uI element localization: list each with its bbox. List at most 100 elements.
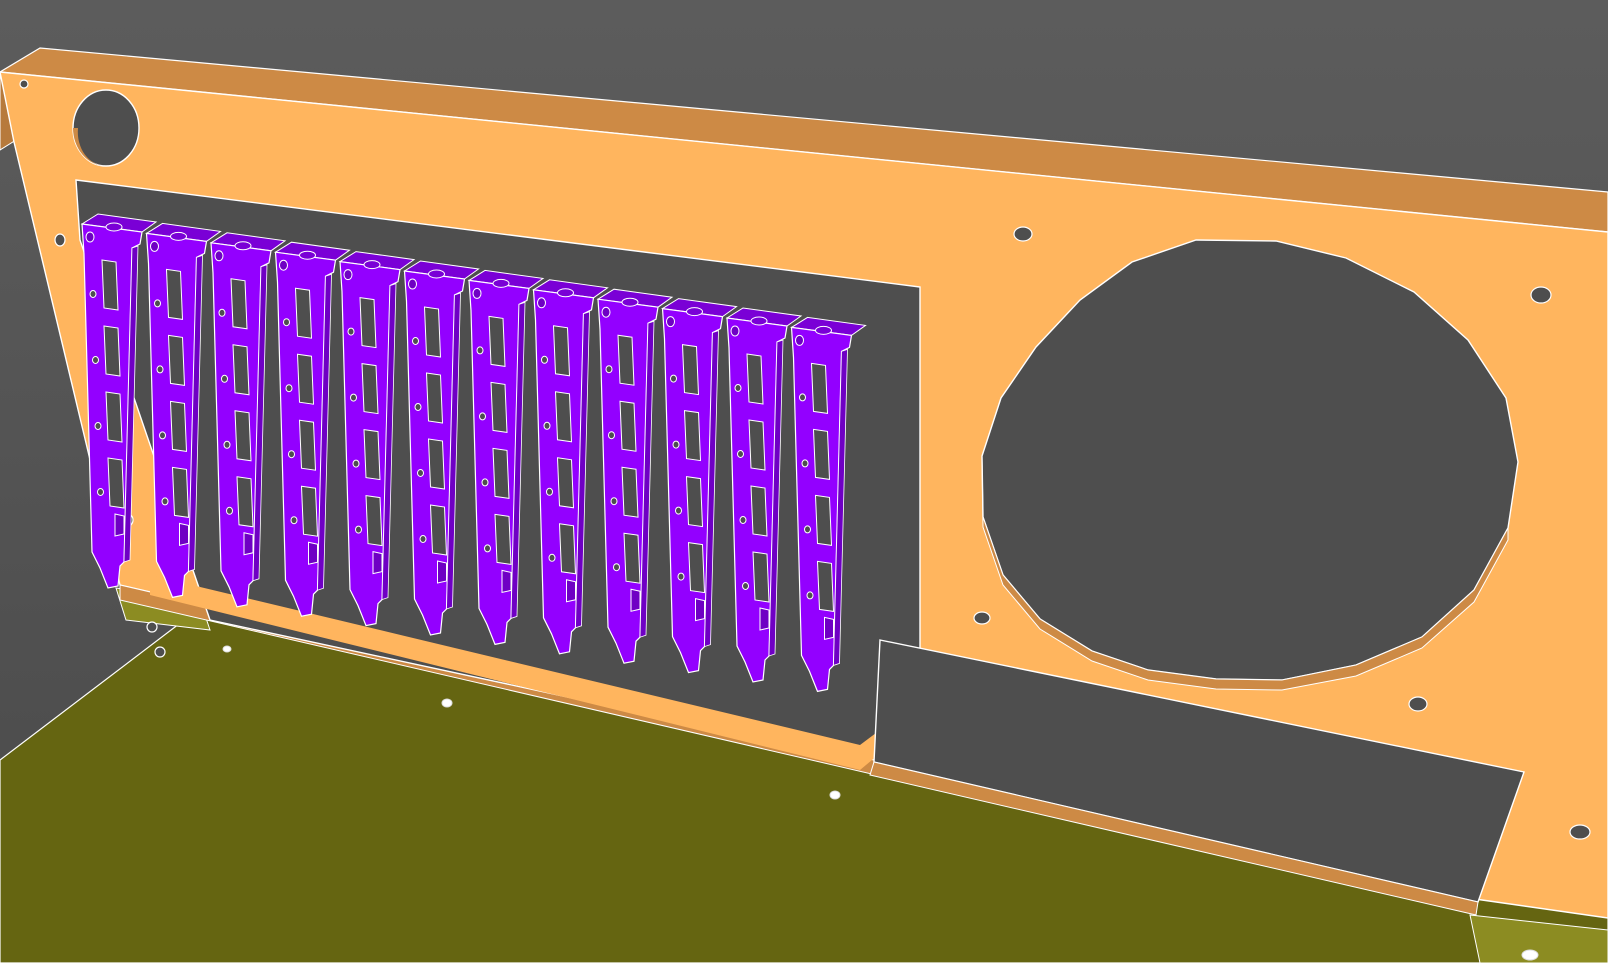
screw-hole: [1530, 286, 1552, 304]
bracket-port-hole: [218, 308, 226, 317]
bracket-port-cutout: [748, 419, 766, 471]
bracket-port-cutout: [230, 278, 248, 330]
bracket-port-cutout: [296, 353, 315, 405]
bracket-latch: [437, 560, 447, 584]
bracket-top-hole: [150, 240, 159, 252]
bracket-port-cutout: [234, 410, 252, 462]
bracket-port-hole: [610, 497, 618, 506]
floor-hole: [1521, 949, 1539, 961]
bracket-top-hole: [537, 297, 546, 309]
bracket-screw-tab: [105, 222, 123, 232]
bracket-port-hole: [806, 591, 814, 600]
bracket-port-hole: [154, 299, 161, 308]
bracket-port-hole: [97, 488, 104, 496]
bracket-port-hole: [605, 365, 613, 374]
screw-hole: [19, 79, 29, 89]
bracket-port-hole: [479, 412, 486, 421]
bracket-top-hole: [343, 269, 353, 281]
bracket-port-cutout: [810, 362, 829, 414]
bracket-port-cutout: [617, 334, 635, 386]
bracket-top-hole: [85, 231, 95, 243]
bracket-screw-tab: [234, 241, 252, 251]
bracket-port-hole: [352, 459, 360, 468]
bracket-port-cutout: [814, 494, 833, 546]
bracket-port-cutout: [681, 344, 700, 396]
bracket-top-hole: [214, 250, 224, 262]
bracket-latch: [759, 607, 770, 631]
floor-hole: [829, 790, 841, 800]
bracket-port-hole: [613, 563, 620, 572]
bracket-port-hole: [94, 422, 102, 430]
bracket-port-hole: [670, 374, 677, 383]
screw-hole: [146, 621, 158, 633]
screw-hole: [1569, 824, 1591, 840]
bracket-port-cutout: [492, 447, 510, 499]
bracket-port-cutout: [423, 306, 442, 358]
bracket-port-cutout: [107, 457, 125, 509]
bracket-latch: [695, 597, 705, 622]
bracket-port-cutout: [359, 297, 377, 349]
bracket-latch: [630, 588, 641, 612]
bracket-port-hole: [481, 478, 489, 487]
floor-hole: [222, 645, 232, 653]
bracket-port-hole: [414, 403, 422, 411]
bracket-port-cutout: [363, 429, 381, 481]
bracket-port-cutout: [488, 315, 506, 367]
bracket-port-cutout: [169, 400, 188, 452]
bracket-screw-tab: [299, 250, 316, 260]
cad-scene: [0, 0, 1608, 963]
bracket-port-cutout: [300, 485, 319, 537]
screw-hole: [54, 233, 66, 247]
bracket-port-hole: [677, 572, 685, 581]
bracket-port-hole: [417, 469, 424, 477]
bracket-top-hole: [666, 316, 675, 328]
bracket-port-hole: [89, 290, 97, 298]
screw-hole: [154, 646, 166, 658]
bracket-port-cutout: [298, 419, 317, 471]
bracket-port-cutout: [101, 259, 119, 311]
bracket-port-cutout: [558, 523, 577, 575]
bracket-port-cutout: [171, 466, 190, 518]
floor-hole: [441, 698, 453, 708]
bracket-port-hole: [801, 459, 809, 468]
bracket-port-hole: [161, 497, 169, 506]
bracket-port-cutout: [683, 410, 702, 462]
bracket-port-cutout: [105, 391, 123, 443]
bracket-port-hole: [288, 450, 295, 459]
bracket-screw-tab: [621, 297, 639, 307]
bracket-top-hole: [408, 278, 417, 290]
bracket-port-cutout: [294, 287, 313, 339]
bracket-port-cutout: [167, 334, 186, 386]
bracket-port-hole: [543, 421, 551, 430]
bracket-latch: [179, 522, 189, 547]
bracket-port-hole: [734, 384, 742, 392]
bracket-screw-tab: [686, 307, 703, 317]
bracket-port-cutout: [365, 495, 383, 547]
screw-hole: [973, 611, 991, 625]
bracket-top-hole: [730, 325, 740, 337]
bracket-screw-tab: [428, 269, 445, 279]
bracket-port-cutout: [427, 438, 446, 490]
bracket-port-cutout: [816, 560, 835, 612]
bracket-port-cutout: [556, 457, 575, 509]
bracket-port-hole: [608, 431, 615, 440]
screw-hole: [1013, 226, 1033, 242]
bracket-port-cutout: [490, 381, 508, 433]
bracket-port-hole: [541, 355, 548, 364]
bracket-port-cutout: [812, 428, 831, 480]
bracket-port-hole: [742, 582, 749, 590]
screw-hole: [1408, 696, 1428, 712]
bracket-port-cutout: [746, 353, 764, 405]
bracket-port-hole: [412, 337, 419, 345]
bracket-port-hole: [419, 535, 427, 543]
bracket-latch: [566, 579, 576, 603]
bracket-port-cutout: [232, 344, 250, 396]
bracket-latch: [501, 569, 512, 594]
bracket-top-hole: [279, 259, 288, 271]
bracket-port-hole: [672, 440, 680, 449]
bracket-port-hole: [159, 431, 166, 440]
bracket-port-cutout: [623, 532, 641, 584]
bracket-port-hole: [804, 525, 811, 534]
bracket-port-hole: [675, 506, 682, 515]
bracket-top-hole: [601, 306, 611, 318]
